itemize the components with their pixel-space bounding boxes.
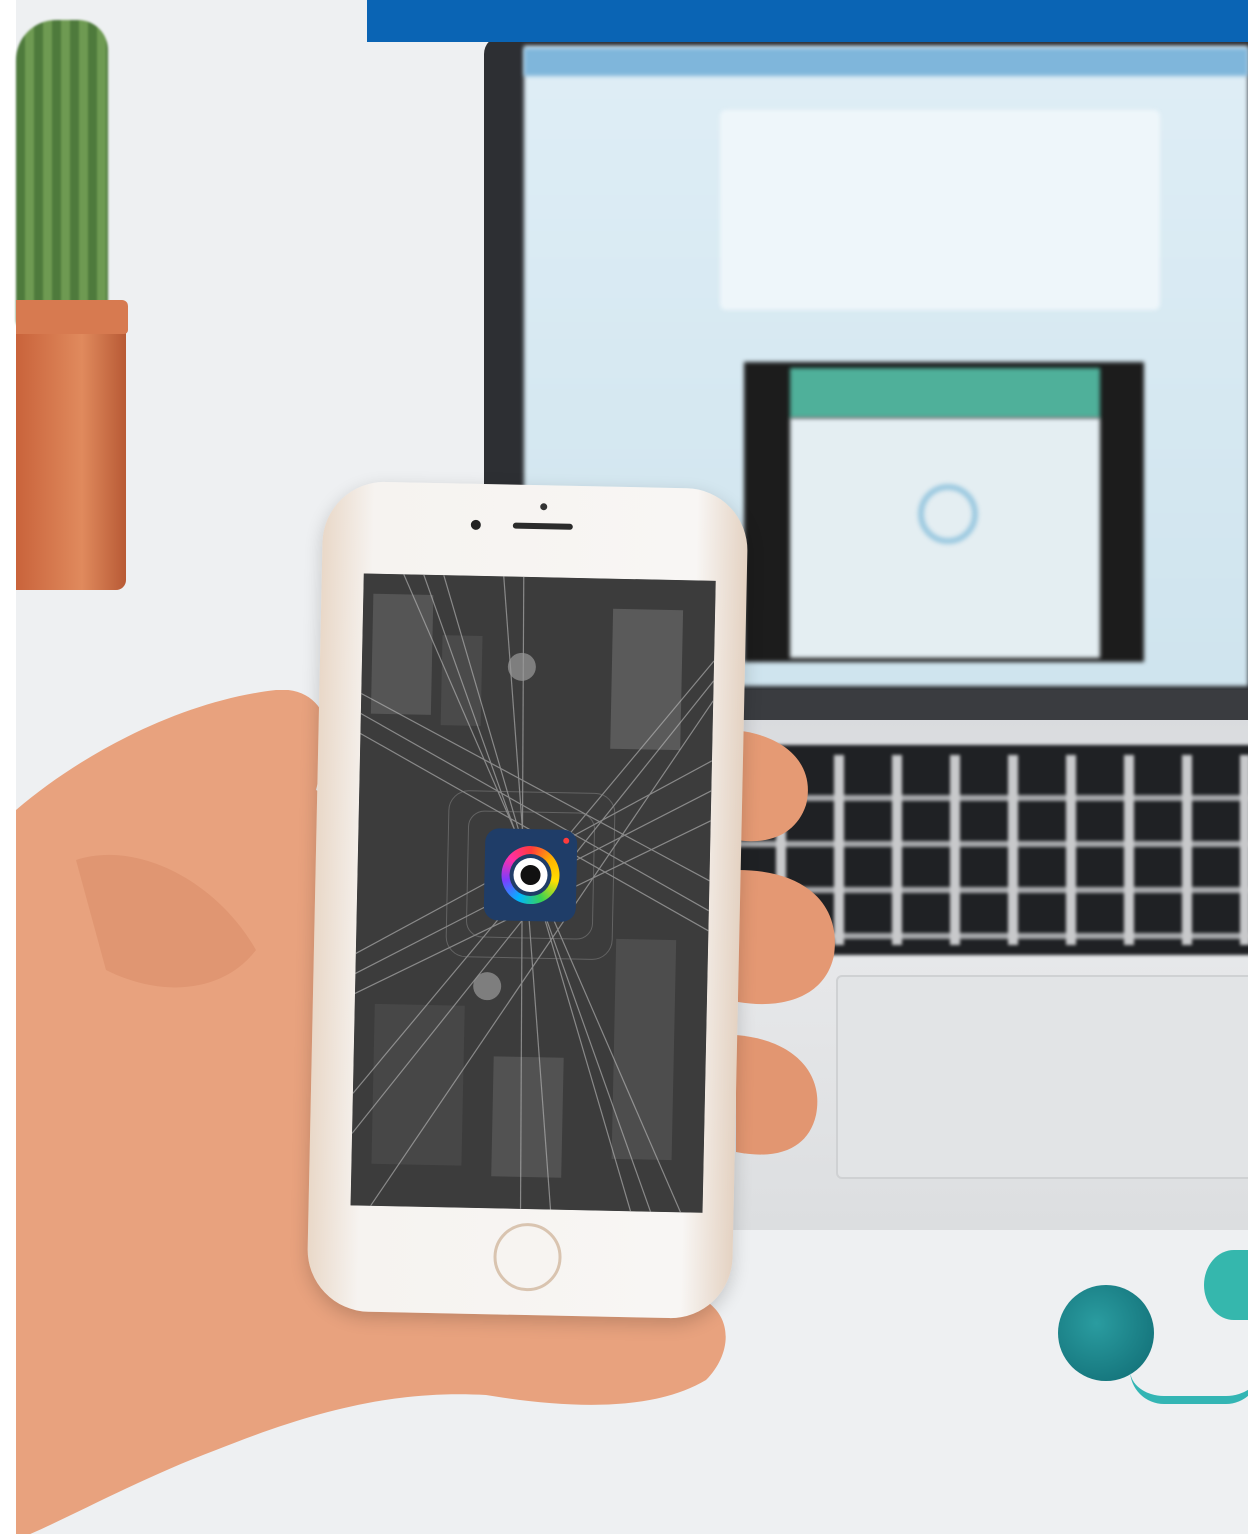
flower-pot: [16, 300, 126, 590]
cactus: [16, 20, 108, 330]
laptop-screen-modal-header: [790, 368, 1100, 418]
earbud-right: [1204, 1250, 1248, 1320]
front-camera: [470, 519, 481, 530]
lens-color-ring: [500, 845, 561, 905]
record-dot-icon: [563, 837, 570, 844]
left-margin-strip: [0, 0, 16, 1534]
flower-pot-rim: [16, 300, 128, 334]
laptop-screen-card: [720, 110, 1160, 310]
earbud-left: [1058, 1285, 1154, 1381]
phone-screen: [350, 573, 716, 1213]
photo-scene: [0, 0, 1248, 1534]
home-button-icon[interactable]: [492, 1222, 563, 1292]
lens-center: [520, 864, 541, 886]
proximity-sensor: [540, 503, 548, 511]
earbud-cable: [1130, 1370, 1248, 1404]
top-banner-bar: [367, 0, 1248, 42]
earpiece-speaker: [512, 522, 573, 530]
smartphone: [306, 480, 749, 1320]
laptop-screen-loading-icon: [918, 484, 978, 544]
camera-lens-icon[interactable]: [483, 828, 578, 923]
laptop-screen-topbar: [524, 48, 1248, 76]
laptop-trackpad: [836, 975, 1248, 1179]
